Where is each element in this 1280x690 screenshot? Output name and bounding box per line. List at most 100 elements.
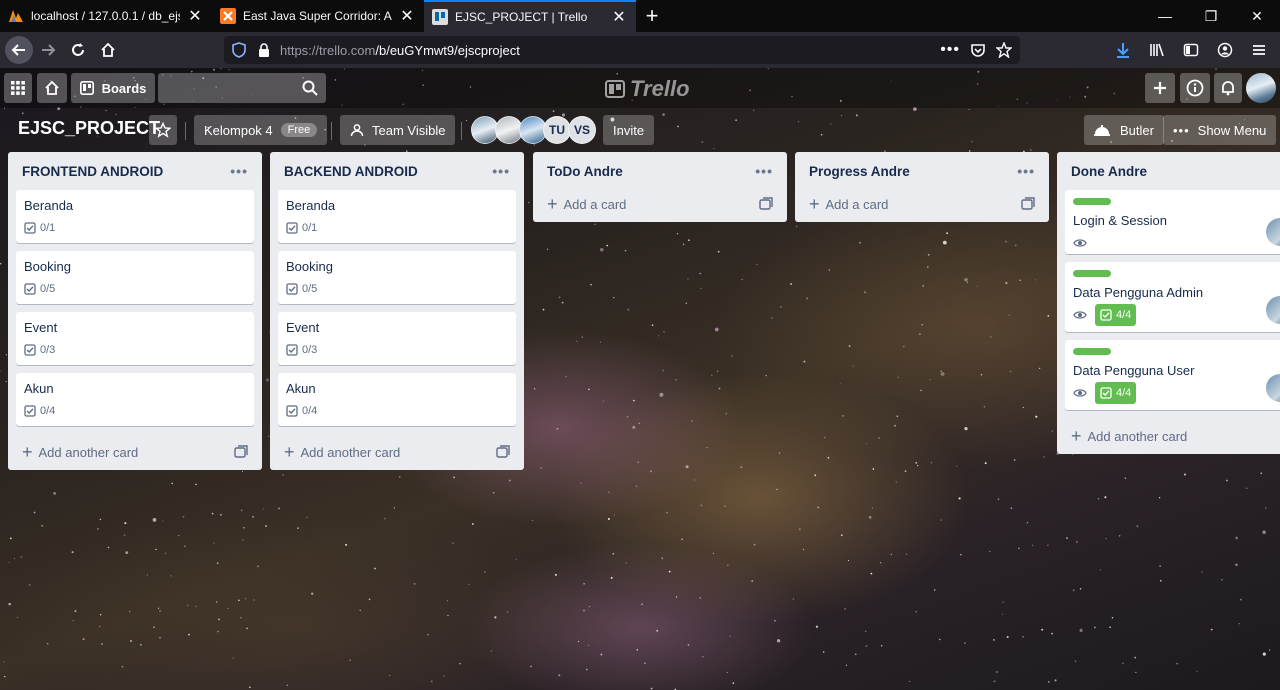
browser-tab-trello[interactable]: EJSC_PROJECT | Trello ✕ xyxy=(424,0,636,32)
card[interactable]: Data Pengguna Admin 4/4 xyxy=(1065,262,1280,332)
list-menu-icon[interactable]: ••• xyxy=(492,163,510,179)
add-card-button[interactable]: + Add another card xyxy=(270,434,524,470)
forward-button[interactable] xyxy=(33,35,63,65)
apps-button[interactable] xyxy=(4,73,32,103)
browser-tab-ejsc-admin[interactable]: East Java Super Corridor: Admi ✕ xyxy=(212,0,424,32)
board-title[interactable]: EJSC_PROJECT xyxy=(18,118,160,139)
lock-icon[interactable] xyxy=(258,43,272,57)
list-title[interactable]: Progress Andre xyxy=(809,164,1017,179)
list-title[interactable]: ToDo Andre xyxy=(547,164,755,179)
team-button[interactable]: Kelompok 4 Free xyxy=(194,115,328,145)
card[interactable]: Beranda 0/1 xyxy=(278,190,516,243)
tracking-shield-icon[interactable] xyxy=(232,42,248,58)
card[interactable]: Event 0/3 xyxy=(278,312,516,365)
search-icon[interactable] xyxy=(302,80,318,96)
checklist-count: 4/4 xyxy=(1116,309,1132,321)
member-avatar-vs[interactable]: VS xyxy=(568,116,596,144)
list-header[interactable]: FRONTEND ANDROID ••• xyxy=(8,152,262,190)
pocket-icon[interactable] xyxy=(970,42,986,58)
url-host: https://trello.com xyxy=(280,42,376,58)
create-button[interactable] xyxy=(1145,73,1175,103)
list-header[interactable]: ToDo Andre ••• xyxy=(533,152,787,190)
close-tab-icon[interactable]: ✕ xyxy=(610,8,628,26)
card-title: Event xyxy=(286,320,320,335)
list-frontend-android[interactable]: FRONTEND ANDROID ••• Beranda 0/1 Booking… xyxy=(8,152,262,470)
add-card-button[interactable]: + Add a card xyxy=(795,186,1049,222)
butler-button[interactable]: Butler xyxy=(1084,115,1164,145)
info-button[interactable] xyxy=(1180,73,1210,103)
card-title: Akun xyxy=(24,381,54,396)
card[interactable]: Data Pengguna User 4/4 xyxy=(1065,340,1280,410)
sidebar-button[interactable] xyxy=(1176,35,1206,65)
list-todo-andre[interactable]: ToDo Andre ••• + Add a card xyxy=(533,152,787,222)
checklist-count: 4/4 xyxy=(1116,387,1132,399)
app-menu-button[interactable] xyxy=(1244,35,1274,65)
card[interactable]: Booking 0/5 xyxy=(278,251,516,304)
downloads-button[interactable] xyxy=(1108,35,1138,65)
star-board-button[interactable] xyxy=(149,115,177,145)
checklist-icon xyxy=(24,283,36,295)
boards-button[interactable]: Boards xyxy=(71,73,155,103)
card-template-icon[interactable] xyxy=(759,197,773,211)
home-button[interactable] xyxy=(93,35,123,65)
list-title[interactable]: Done Andre xyxy=(1071,164,1266,179)
xampp-icon xyxy=(220,8,236,24)
home-board-button[interactable] xyxy=(37,73,67,103)
add-card-button[interactable]: + Add another card xyxy=(8,434,262,470)
trello-header: Boards Trello xyxy=(0,68,1280,108)
board-search[interactable] xyxy=(158,73,326,103)
invite-button[interactable]: Invite xyxy=(603,115,655,145)
list-done-andre[interactable]: Done Andre Login & Session Data Pengguna… xyxy=(1057,152,1280,454)
minimize-icon[interactable]: — xyxy=(1142,0,1188,32)
close-tab-icon[interactable]: ✕ xyxy=(186,7,204,25)
reload-button[interactable] xyxy=(63,35,93,65)
notifications-button[interactable] xyxy=(1214,73,1242,103)
card[interactable]: Beranda 0/1 xyxy=(16,190,254,243)
list-header[interactable]: BACKEND ANDROID ••• xyxy=(270,152,524,190)
trello-logo[interactable]: Trello xyxy=(605,76,690,102)
card[interactable]: Booking 0/5 xyxy=(16,251,254,304)
list-menu-icon[interactable]: ••• xyxy=(1017,163,1035,179)
card-label-green[interactable] xyxy=(1073,198,1111,205)
checklist-badge-complete: 4/4 xyxy=(1095,304,1137,326)
card[interactable]: Login & Session xyxy=(1065,190,1280,254)
card-template-icon[interactable] xyxy=(234,445,248,459)
plus-icon: + xyxy=(284,441,295,462)
browser-tab-phpmyadmin[interactable]: localhost / 127.0.0.1 / db_ejsc / ✕ xyxy=(0,0,212,32)
member-avatar-tu[interactable]: TU xyxy=(543,116,571,144)
card-label-green[interactable] xyxy=(1073,348,1111,355)
add-card-button[interactable]: + Add a card xyxy=(533,186,787,222)
card[interactable]: Akun 0/4 xyxy=(278,373,516,426)
page-actions-icon[interactable]: ••• xyxy=(940,41,960,59)
url-bar[interactable]: https://trello.com/b/euGYmwt9/ejscprojec… xyxy=(224,36,1020,64)
search-input[interactable] xyxy=(158,73,298,103)
card-label-green[interactable] xyxy=(1073,270,1111,277)
list-backend-android[interactable]: BACKEND ANDROID ••• Beranda 0/1 Booking … xyxy=(270,152,524,470)
close-tab-icon[interactable]: ✕ xyxy=(398,7,416,25)
visibility-button[interactable]: Team Visible xyxy=(340,115,456,145)
bookmark-star-icon[interactable] xyxy=(996,42,1012,58)
account-button[interactable] xyxy=(1210,35,1240,65)
list-menu-icon[interactable]: ••• xyxy=(230,163,248,179)
show-menu-button[interactable]: ••• Show Menu xyxy=(1163,115,1277,145)
new-tab-button[interactable]: + xyxy=(636,0,668,32)
library-button[interactable] xyxy=(1142,35,1172,65)
list-header[interactable]: Done Andre xyxy=(1057,152,1280,190)
list-menu-icon[interactable]: ••• xyxy=(755,163,773,179)
close-window-icon[interactable]: ✕ xyxy=(1234,0,1280,32)
add-card-button[interactable]: + Add another card xyxy=(1057,418,1280,454)
user-avatar[interactable] xyxy=(1246,73,1276,103)
sidebar-icon xyxy=(1183,43,1199,57)
back-button[interactable] xyxy=(5,36,33,64)
list-header[interactable]: Progress Andre ••• xyxy=(795,152,1049,190)
card-template-icon[interactable] xyxy=(496,445,510,459)
maximize-icon[interactable]: ❐ xyxy=(1188,0,1234,32)
card[interactable]: Event 0/3 xyxy=(16,312,254,365)
card[interactable]: Akun 0/4 xyxy=(16,373,254,426)
list-progress-andre[interactable]: Progress Andre ••• + Add a card xyxy=(795,152,1049,222)
list-title[interactable]: BACKEND ANDROID xyxy=(284,164,492,179)
url-text[interactable]: https://trello.com/b/euGYmwt9/ejscprojec… xyxy=(280,43,940,58)
list-title[interactable]: FRONTEND ANDROID xyxy=(22,164,230,179)
checklist-badge: 0/4 xyxy=(24,405,55,417)
card-template-icon[interactable] xyxy=(1021,197,1035,211)
